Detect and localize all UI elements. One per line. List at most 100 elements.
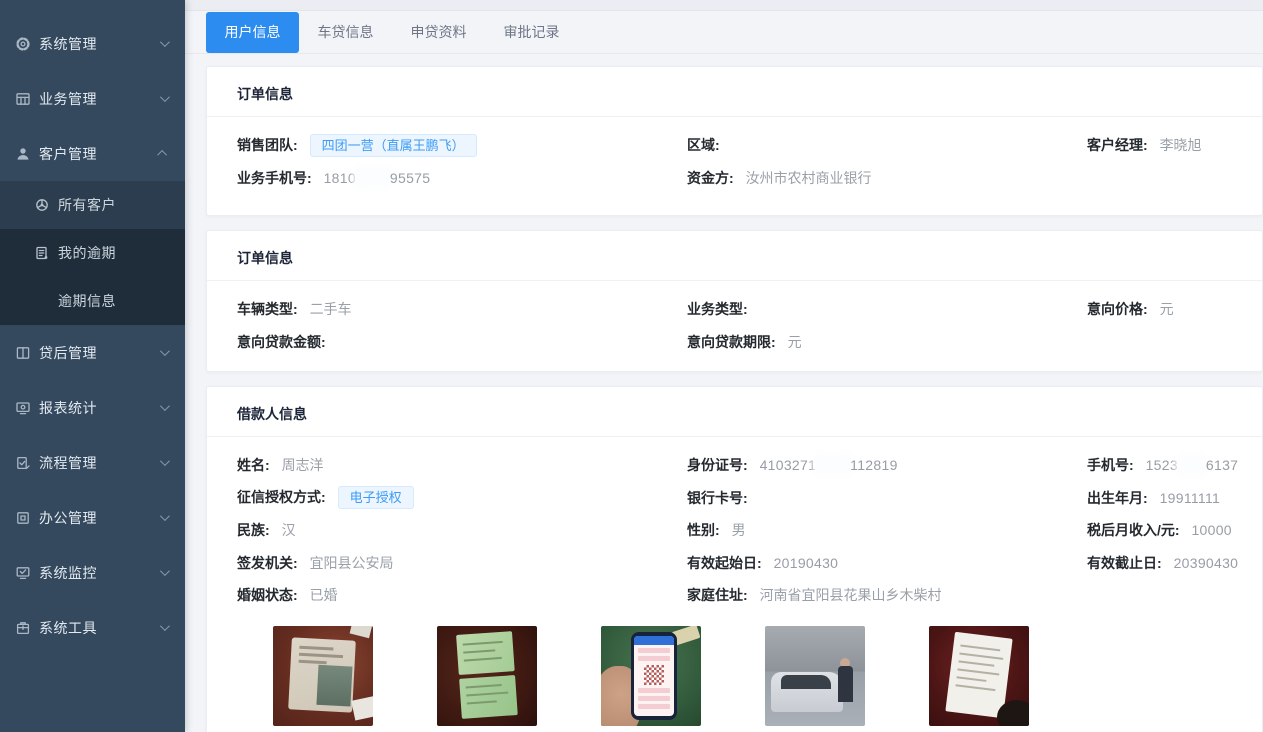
- photo-id-card[interactable]: 身份证: [273, 626, 373, 732]
- toolbox-icon: [14, 619, 31, 636]
- sidebar-item-business-mgmt[interactable]: 业务管理: [0, 71, 185, 126]
- sidebar-item-system-monitor[interactable]: 系统监控: [0, 545, 185, 600]
- field-value-suffix: 6137: [1206, 457, 1238, 473]
- field-value: 汝州市农村商业银行: [746, 170, 872, 186]
- field-intent-price: 意向价格: 元: [1087, 299, 1262, 319]
- chevron-down-icon: [160, 401, 170, 411]
- field-bank-card: 银行卡号:: [687, 488, 1087, 508]
- field-label: 意向贷款期限:: [687, 334, 776, 350]
- paper-document-photo[interactable]: [929, 626, 1029, 726]
- field-label: 区域:: [687, 137, 720, 153]
- field-value: 10000: [1191, 522, 1231, 538]
- photo-auth-screenshot[interactable]: 征信授权书: [601, 626, 701, 732]
- chevron-down-icon: [160, 621, 170, 631]
- user-icon: [14, 145, 31, 162]
- sidebar-item-all-customers[interactable]: 所有客户: [0, 181, 185, 229]
- field-funder: 资金方: 汝州市农村商业银行: [687, 168, 1087, 188]
- green-booklet-photo[interactable]: [437, 626, 537, 726]
- chevron-up-icon: [157, 150, 167, 160]
- field-label: 销售团队:: [237, 137, 298, 153]
- photo-other-document[interactable]: 其他材料: [929, 626, 1029, 732]
- field-label: 手机号:: [1087, 457, 1134, 473]
- top-strip: [185, 0, 1263, 11]
- field-label: 婚姻状态:: [237, 587, 298, 603]
- sidebar-item-office-mgmt[interactable]: 办公管理: [0, 490, 185, 545]
- field-label: 出生年月:: [1087, 490, 1148, 506]
- sidebar-item-system-mgmt[interactable]: 系统管理: [0, 16, 185, 71]
- redaction-blur: [817, 457, 849, 472]
- sidebar-item-label: 客户管理: [39, 144, 97, 164]
- chevron-down-icon: [160, 92, 170, 102]
- redaction-blur: [357, 170, 389, 185]
- car-person-photo[interactable]: [765, 626, 865, 726]
- field-gender: 性别: 男: [687, 520, 1087, 540]
- field-value-suffix: 112819: [850, 457, 897, 473]
- field-value: 已婚: [310, 587, 338, 603]
- sidebar-item-label: 所有客户: [58, 195, 116, 215]
- field-value-suffix: 95575: [390, 170, 430, 186]
- photo-person-with-car[interactable]: 人车合影: [765, 626, 865, 732]
- sidebar-item-overdue-info[interactable]: 逾期信息: [0, 277, 185, 325]
- field-label: 车辆类型:: [237, 301, 298, 317]
- field-value: 男: [732, 522, 746, 538]
- tab-car-loan-info[interactable]: 车贷信息: [299, 12, 392, 53]
- field-credit-auth: 征信授权方式: 电子授权: [237, 486, 687, 509]
- sidebar-item-label: 系统管理: [39, 34, 97, 54]
- sidebar-item-process-mgmt[interactable]: 流程管理: [0, 435, 185, 490]
- gear-icon: [14, 35, 31, 52]
- field-id-number: 身份证号: 4103271 112819: [687, 455, 1087, 475]
- field-value-prefix: 4103271: [760, 457, 817, 473]
- field-issuing-authority: 签发机关: 宜阳县公安局: [237, 553, 687, 573]
- grid-icon: [14, 90, 31, 107]
- document-icon: [33, 245, 50, 262]
- card-title: 订单信息: [207, 67, 1262, 117]
- tab-loan-application-docs[interactable]: 申贷资料: [392, 12, 485, 53]
- sidebar-item-system-tools[interactable]: 系统工具: [0, 600, 185, 655]
- sidebar-item-label: 业务管理: [39, 89, 97, 109]
- field-valid-from: 有效起始日: 20190430: [687, 553, 1087, 573]
- order-info-card: 订单信息 销售团队: 四团一营（直属王鹏飞） 区域: 客户经理: 李晓旭 业务手…: [206, 66, 1263, 216]
- field-home-address: 家庭住址: 河南省宜阳县花果山乡木柴村: [687, 585, 1087, 605]
- sidebar-item-postloan-mgmt[interactable]: 贷后管理: [0, 325, 185, 380]
- sidebar-item-label: 逾期信息: [58, 291, 116, 311]
- field-ethnicity: 民族: 汉: [237, 520, 687, 540]
- book-icon: [14, 344, 31, 361]
- field-birth: 出生年月: 19911111: [1087, 488, 1262, 508]
- field-marital-status: 婚姻状态: 已婚: [237, 585, 687, 605]
- field-label: 性别:: [687, 522, 720, 538]
- phone-qr-photo[interactable]: [601, 626, 701, 726]
- customer-mgmt-submenu: 所有客户 我的逾期 逾期信息: [0, 181, 185, 325]
- field-label: 资金方:: [687, 170, 734, 186]
- sidebar-item-report-stats[interactable]: 报表统计: [0, 380, 185, 435]
- field-business-phone: 业务手机号: 181095575: [237, 168, 687, 188]
- sidebar-item-customer-mgmt[interactable]: 客户管理: [0, 126, 185, 181]
- field-label: 签发机关:: [237, 555, 298, 571]
- chart-monitor-icon: [14, 399, 31, 416]
- field-region: 区域:: [687, 135, 1087, 155]
- photo-license-booklet[interactable]: 驾驶证副页: [437, 626, 537, 732]
- field-label: 业务类型:: [687, 301, 748, 317]
- field-name: 姓名: 周志洋: [237, 455, 687, 475]
- field-label: 身份证号:: [687, 457, 748, 473]
- field-label: 姓名:: [237, 457, 270, 473]
- field-value: 20390430: [1174, 555, 1239, 571]
- sidebar-item-label: 我的逾期: [58, 243, 116, 263]
- id-card-photo[interactable]: [273, 626, 373, 726]
- field-value: 李晓旭: [1160, 137, 1202, 153]
- sidebar-item-my-overdue[interactable]: 我的逾期: [0, 229, 185, 277]
- field-value: 元: [1160, 301, 1174, 317]
- field-account-manager: 客户经理: 李晓旭: [1087, 135, 1262, 155]
- field-sales-team: 销售团队: 四团一营（直属王鹏飞）: [237, 134, 687, 157]
- sidebar-item-label: 办公管理: [39, 508, 97, 528]
- tab-user-info[interactable]: 用户信息: [206, 12, 299, 53]
- workflow-icon: [14, 454, 31, 471]
- field-label: 民族:: [237, 522, 270, 538]
- document-photos: 身份证: [273, 626, 1262, 732]
- tab-approval-records[interactable]: 审批记录: [485, 12, 578, 53]
- chevron-down-icon: [160, 37, 170, 47]
- sidebar-item-label: 流程管理: [39, 453, 97, 473]
- field-label: 税后月收入/元:: [1087, 522, 1180, 538]
- sidebar-item-label: 贷后管理: [39, 343, 97, 363]
- field-intent-amount: 意向贷款金额:: [237, 332, 687, 352]
- field-intent-term: 意向贷款期限: 元: [687, 332, 1087, 352]
